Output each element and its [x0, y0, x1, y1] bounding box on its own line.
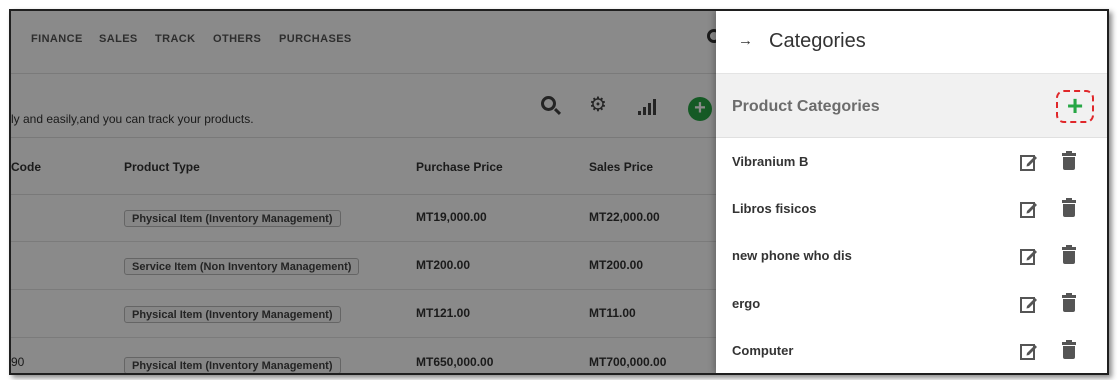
- categories-panel: → Categories Product Categories + Vibran…: [716, 11, 1107, 373]
- product-categories-section-header: Product Categories +: [716, 74, 1107, 138]
- panel-header: → Categories: [716, 11, 1107, 74]
- edit-icon[interactable]: [1020, 342, 1038, 360]
- category-name: Vibranium B: [732, 154, 809, 169]
- trash-icon[interactable]: [1062, 198, 1076, 217]
- screenshot-frame: FINANCE SALES TRACK OTHERS PURCHASES ly …: [9, 9, 1109, 375]
- add-category-button[interactable]: +: [1056, 90, 1094, 123]
- category-item: Vibranium B: [716, 138, 1107, 185]
- modal-backdrop[interactable]: [11, 11, 716, 373]
- category-name: ergo: [732, 296, 761, 311]
- edit-icon[interactable]: [1020, 295, 1038, 313]
- edit-icon[interactable]: [1020, 247, 1038, 265]
- trash-icon[interactable]: [1062, 340, 1076, 359]
- trash-icon[interactable]: [1062, 293, 1076, 312]
- arrow-right-icon[interactable]: →: [738, 33, 753, 49]
- category-item: ergo: [716, 280, 1107, 327]
- category-item: new phone who dis: [716, 232, 1107, 279]
- edit-icon[interactable]: [1020, 153, 1038, 171]
- panel-title: Categories: [769, 30, 866, 52]
- category-item: Computer: [716, 327, 1107, 373]
- edit-icon[interactable]: [1020, 200, 1038, 218]
- section-title: Product Categories: [732, 98, 880, 115]
- products-page: FINANCE SALES TRACK OTHERS PURCHASES ly …: [11, 11, 716, 373]
- category-item: Libros fisicos: [716, 185, 1107, 232]
- trash-icon[interactable]: [1062, 151, 1076, 170]
- trash-icon[interactable]: [1062, 245, 1076, 264]
- category-name: Libros fisicos: [732, 201, 817, 216]
- category-name: new phone who dis: [732, 248, 852, 263]
- category-name: Computer: [732, 343, 794, 358]
